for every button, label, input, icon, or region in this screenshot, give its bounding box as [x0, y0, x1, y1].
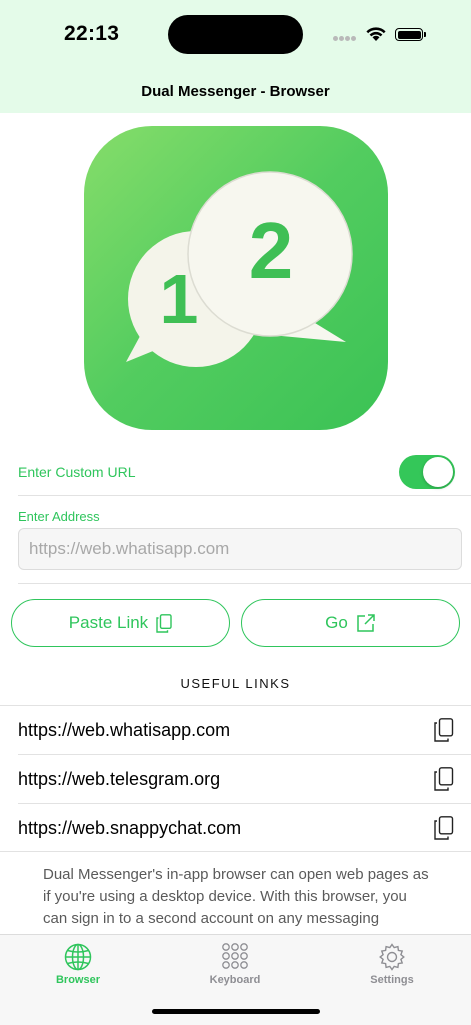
- tab-browser-label: Browser: [55, 974, 101, 986]
- paste-link-label: Paste Link: [68, 613, 149, 632]
- app-logo-icon: 1 2: [84, 126, 388, 430]
- tab-browser[interactable]: Browser: [18, 935, 138, 995]
- link-url: https://web.telesgram.org: [18, 768, 221, 789]
- tab-keyboard[interactable]: Keyboard: [175, 935, 295, 995]
- logo-number-2: 2: [249, 206, 294, 295]
- gear-icon: [379, 943, 405, 971]
- keyboard-grid-icon: [222, 943, 248, 969]
- address-input[interactable]: [18, 528, 462, 570]
- navigation-bar: Dual Messenger - Browser: [0, 68, 471, 113]
- paste-link-button[interactable]: Paste Link: [11, 599, 230, 647]
- custom-url-label: Enter Custom URL: [18, 464, 136, 480]
- link-row[interactable]: https://web.whatisapp.com: [0, 706, 471, 754]
- globe-icon: [64, 943, 92, 971]
- go-label: Go: [325, 613, 348, 632]
- link-row[interactable]: https://web.snappychat.com: [0, 804, 471, 852]
- dynamic-island: [168, 15, 303, 54]
- divider: [18, 495, 471, 496]
- link-url: https://web.whatisapp.com: [18, 719, 231, 740]
- tab-settings[interactable]: Settings: [332, 935, 452, 995]
- tab-settings-label: Settings: [370, 974, 414, 986]
- copy-icon[interactable]: [434, 816, 454, 840]
- status-bar: 22:13: [0, 0, 471, 68]
- link-url: https://web.snappychat.com: [18, 817, 242, 838]
- copy-icon[interactable]: [434, 718, 454, 742]
- address-label: Enter Address: [18, 509, 100, 524]
- battery-icon: [395, 28, 423, 41]
- toggle-knob: [423, 457, 453, 487]
- page-title: Dual Messenger - Browser: [141, 83, 330, 100]
- status-time: 22:13: [64, 22, 120, 45]
- divider: [18, 583, 471, 584]
- external-link-icon: [357, 614, 375, 632]
- logo-number-1: 1: [160, 260, 199, 338]
- home-indicator: [152, 1009, 320, 1014]
- custom-url-toggle[interactable]: [399, 455, 455, 489]
- link-row[interactable]: https://web.telesgram.org: [0, 755, 471, 803]
- copy-icon[interactable]: [434, 767, 454, 791]
- divider: [0, 851, 471, 852]
- useful-links-header: USEFUL LINKS: [180, 676, 291, 691]
- browser-description: Dual Messenger's in-app browser can open…: [43, 866, 429, 927]
- cellular-signal-icon: [333, 36, 357, 42]
- copy-icon: [156, 613, 172, 633]
- go-button[interactable]: Go: [241, 599, 460, 647]
- wifi-icon: [366, 27, 386, 41]
- tab-keyboard-label: Keyboard: [209, 974, 261, 986]
- battery-cap: [424, 32, 426, 37]
